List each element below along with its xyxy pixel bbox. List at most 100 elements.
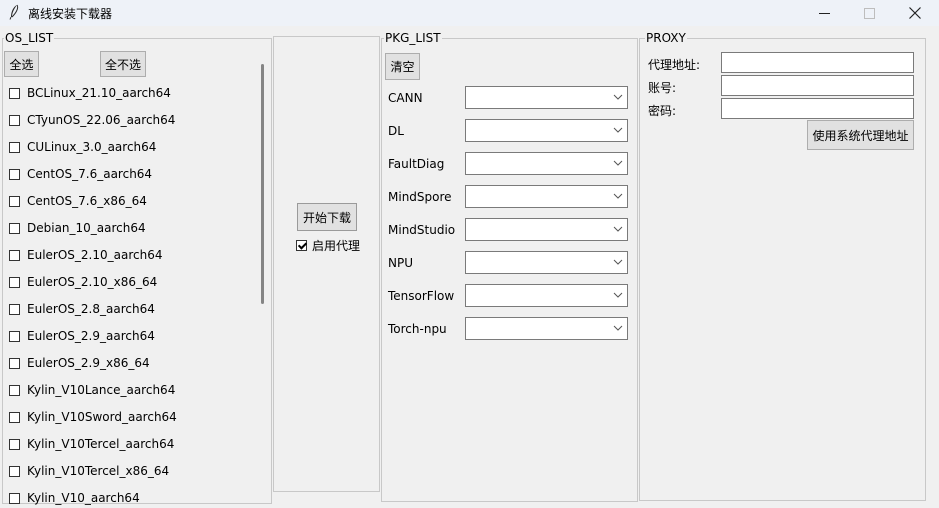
pkg-label: MindSpore bbox=[388, 190, 452, 204]
close-icon bbox=[909, 7, 921, 19]
os-checkbox[interactable] bbox=[9, 168, 20, 180]
os-checkbox[interactable] bbox=[9, 195, 20, 207]
os-checkbox-label: CULinux_3.0_aarch64 bbox=[27, 140, 157, 154]
os-checkbox[interactable] bbox=[9, 249, 20, 261]
proxy-account-label: 账号: bbox=[648, 81, 677, 95]
pkg-label: FaultDiag bbox=[388, 157, 445, 171]
os-checkbox-row[interactable]: Kylin_V10Sword_aarch64 bbox=[9, 409, 177, 425]
proxy-password-label: 密码: bbox=[648, 104, 677, 118]
os-list-scroll-thumb[interactable] bbox=[261, 64, 264, 304]
deselect-all-button[interactable]: 全不选 bbox=[100, 51, 146, 77]
chevron-down-icon bbox=[613, 94, 623, 100]
os-checkbox-row[interactable]: Debian_10_aarch64 bbox=[9, 220, 146, 236]
chevron-down-icon bbox=[613, 292, 623, 298]
minimize-icon bbox=[818, 12, 830, 14]
os-checkbox-row[interactable]: CentOS_7.6_aarch64 bbox=[9, 166, 152, 182]
os-checkbox[interactable] bbox=[9, 114, 20, 126]
os-checkbox-label: Kylin_V10Sword_aarch64 bbox=[27, 410, 177, 424]
os-checkbox[interactable] bbox=[9, 222, 20, 234]
os-checkbox-row[interactable]: EulerOS_2.10_aarch64 bbox=[9, 247, 162, 263]
proxy-legend: PROXY bbox=[645, 31, 687, 45]
os-checkbox[interactable] bbox=[9, 303, 20, 315]
pkg-version-combobox[interactable] bbox=[465, 152, 628, 175]
chevron-down-icon bbox=[613, 325, 623, 331]
os-checkbox-label: EulerOS_2.8_aarch64 bbox=[27, 302, 155, 316]
os-checkbox[interactable] bbox=[9, 492, 20, 504]
os-checkbox-label: EulerOS_2.10_aarch64 bbox=[27, 248, 163, 262]
os-list-frame bbox=[2, 38, 272, 504]
os-checkbox[interactable] bbox=[9, 141, 20, 153]
os-checkbox-label: EulerOS_2.9_x86_64 bbox=[27, 356, 150, 370]
os-checkbox-label: EulerOS_2.9_aarch64 bbox=[27, 329, 155, 343]
title-bar: 离线安装下载器 bbox=[0, 0, 939, 26]
os-checkbox[interactable] bbox=[9, 330, 20, 342]
pkg-label: NPU bbox=[388, 256, 413, 270]
os-checkbox-label: Kylin_V10Tercel_x86_64 bbox=[27, 464, 170, 478]
pkg-label: DL bbox=[388, 124, 404, 138]
os-checkbox-label: BCLinux_21.10_aarch64 bbox=[27, 86, 171, 100]
use-proxy-checkbox-row[interactable]: 启用代理 bbox=[296, 238, 361, 253]
os-checkbox[interactable] bbox=[9, 357, 20, 369]
os-checkbox-label: CTyunOS_22.06_aarch64 bbox=[27, 113, 176, 127]
pkg-label: TensorFlow bbox=[388, 289, 455, 303]
pkg-version-combobox[interactable] bbox=[465, 251, 628, 274]
maximize-button[interactable] bbox=[846, 0, 892, 26]
os-checkbox-label: EulerOS_2.10_x86_64 bbox=[27, 275, 158, 289]
os-checkbox-label: Kylin_V10Lance_aarch64 bbox=[27, 383, 176, 397]
os-checkbox[interactable] bbox=[9, 384, 20, 396]
pkg-version-combobox[interactable] bbox=[465, 317, 628, 340]
use-proxy-checkbox[interactable] bbox=[296, 239, 307, 251]
maximize-icon bbox=[863, 7, 875, 19]
os-checkbox-row[interactable]: CentOS_7.6_x86_64 bbox=[9, 193, 147, 209]
pkg-label: CANN bbox=[388, 91, 423, 105]
chevron-down-icon bbox=[613, 226, 623, 232]
close-button[interactable] bbox=[892, 0, 938, 26]
feather-icon bbox=[9, 4, 19, 20]
os-checkbox-label: CentOS_7.6_x86_64 bbox=[27, 194, 147, 208]
proxy-address-label: 代理地址: bbox=[648, 58, 701, 72]
os-checkbox-label: CentOS_7.6_aarch64 bbox=[27, 167, 153, 181]
os-checkbox-row[interactable]: Kylin_V10_aarch64 bbox=[9, 490, 140, 506]
use-proxy-label: 启用代理 bbox=[312, 238, 361, 253]
os-checkbox-row[interactable]: Kylin_V10Tercel_x86_64 bbox=[9, 463, 169, 479]
os-list-legend: OS_LIST bbox=[4, 31, 55, 45]
os-checkbox-label: Debian_10_aarch64 bbox=[27, 221, 146, 235]
pkg-version-combobox[interactable] bbox=[465, 218, 628, 241]
os-checkbox-row[interactable]: EulerOS_2.10_x86_64 bbox=[9, 274, 157, 290]
os-checkbox[interactable] bbox=[9, 465, 20, 477]
pkg-version-combobox[interactable] bbox=[465, 185, 628, 208]
pkg-version-combobox[interactable] bbox=[465, 284, 628, 307]
clear-button[interactable]: 清空 bbox=[385, 53, 420, 80]
chevron-down-icon bbox=[613, 127, 623, 133]
os-checkbox-row[interactable]: BCLinux_21.10_aarch64 bbox=[9, 85, 171, 101]
start-download-button[interactable]: 开始下载 bbox=[297, 203, 357, 231]
pkg-label: Torch-npu bbox=[388, 322, 447, 336]
os-checkbox-row[interactable]: EulerOS_2.9_aarch64 bbox=[9, 328, 155, 344]
os-checkbox[interactable] bbox=[9, 438, 20, 450]
os-checkbox-row[interactable]: Kylin_V10Tercel_aarch64 bbox=[9, 436, 174, 452]
os-checkbox-row[interactable]: Kylin_V10Lance_aarch64 bbox=[9, 382, 175, 398]
os-checkbox-row[interactable]: EulerOS_2.8_aarch64 bbox=[9, 301, 155, 317]
pkg-version-combobox[interactable] bbox=[465, 86, 628, 109]
pkg-list-legend: PKG_LIST bbox=[384, 31, 442, 45]
proxy-account-input[interactable] bbox=[721, 75, 914, 96]
pkg-label: MindStudio bbox=[388, 223, 456, 237]
chevron-down-icon bbox=[613, 193, 623, 199]
use-system-proxy-button[interactable]: 使用系统代理地址 bbox=[807, 120, 914, 150]
os-checkbox-label: Kylin_V10Tercel_aarch64 bbox=[27, 437, 175, 451]
os-checkbox[interactable] bbox=[9, 87, 20, 99]
os-checkbox-row[interactable]: CULinux_3.0_aarch64 bbox=[9, 139, 156, 155]
os-checkbox-row[interactable]: EulerOS_2.9_x86_64 bbox=[9, 355, 150, 371]
proxy-password-input[interactable] bbox=[721, 98, 914, 119]
select-all-button[interactable]: 全选 bbox=[4, 51, 39, 77]
action-frame bbox=[273, 36, 380, 492]
proxy-address-input[interactable] bbox=[721, 52, 914, 73]
pkg-version-combobox[interactable] bbox=[465, 119, 628, 142]
os-checkbox[interactable] bbox=[9, 411, 20, 423]
minimize-button[interactable] bbox=[801, 0, 847, 26]
chevron-down-icon bbox=[613, 259, 623, 265]
os-checkbox[interactable] bbox=[9, 276, 20, 288]
os-checkbox-label: Kylin_V10_aarch64 bbox=[27, 491, 140, 505]
os-checkbox-row[interactable]: CTyunOS_22.06_aarch64 bbox=[9, 112, 175, 128]
window-title: 离线安装下载器 bbox=[28, 7, 113, 21]
